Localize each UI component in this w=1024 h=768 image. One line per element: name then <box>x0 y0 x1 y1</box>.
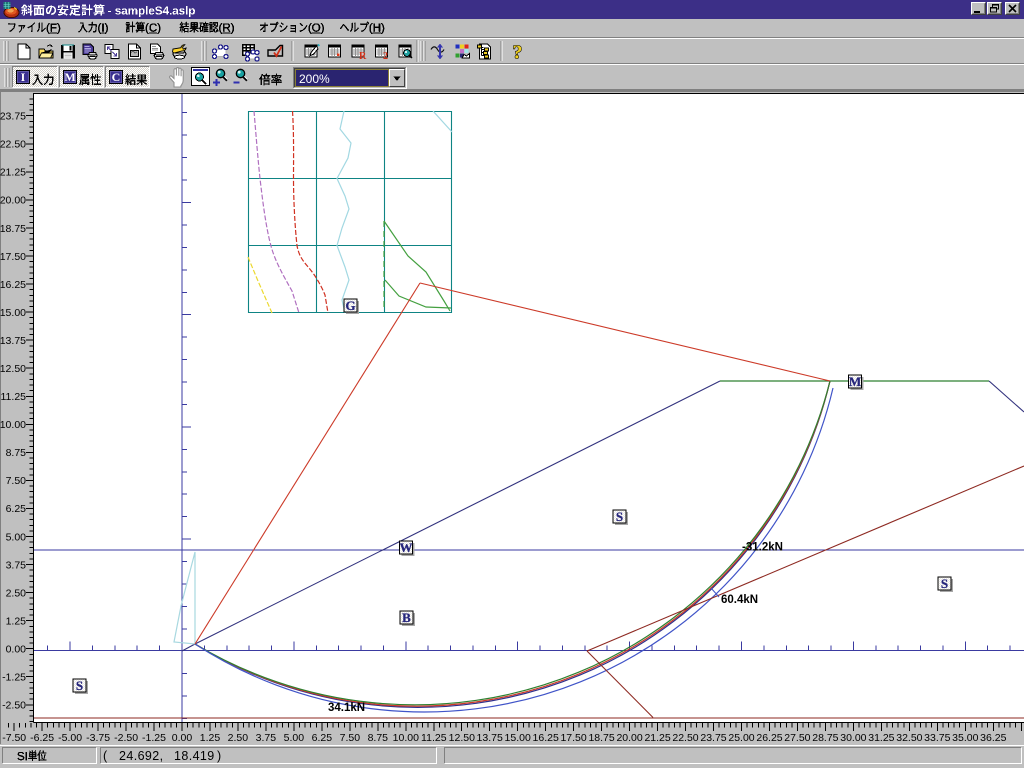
svg-text:34.1kN: 34.1kN <box>328 702 365 714</box>
svg-text:33.75: 33.75 <box>924 732 950 744</box>
svg-text:-7.50: -7.50 <box>2 732 26 744</box>
svg-text:11.25: 11.25 <box>421 732 447 744</box>
svg-text:B: B <box>402 610 411 625</box>
svg-text:11.25: 11.25 <box>1 391 27 403</box>
svg-text:2.50: 2.50 <box>228 732 249 744</box>
svg-text:1.25: 1.25 <box>200 732 221 744</box>
svg-text:28.75: 28.75 <box>812 732 838 744</box>
svg-text:S: S <box>941 576 948 591</box>
svg-text:0.00: 0.00 <box>6 644 27 656</box>
svg-text:10.00: 10.00 <box>0 419 26 431</box>
svg-text:17.50: 17.50 <box>0 251 26 263</box>
svg-text:23.75: 23.75 <box>0 111 26 123</box>
svg-text:-2.50: -2.50 <box>2 700 26 712</box>
svg-text:M: M <box>64 70 75 84</box>
svg-text:20.00: 20.00 <box>0 195 26 207</box>
svg-text:W: W <box>400 540 413 555</box>
svg-text:25.00: 25.00 <box>728 732 754 744</box>
svg-text:6.25: 6.25 <box>312 732 333 744</box>
svg-text:12.50: 12.50 <box>449 732 475 744</box>
svg-text:16.25: 16.25 <box>533 732 559 744</box>
svg-text:7.50: 7.50 <box>340 732 361 744</box>
svg-text:16.25: 16.25 <box>0 279 26 291</box>
svg-text:G: G <box>345 298 355 313</box>
svg-text:-2.50: -2.50 <box>114 732 138 744</box>
svg-text:-31.2kN: -31.2kN <box>742 542 783 554</box>
svg-text:1.25: 1.25 <box>6 616 27 628</box>
svg-text:13.75: 13.75 <box>0 335 26 347</box>
svg-text:15.00: 15.00 <box>505 732 531 744</box>
svg-text:60.4kN: 60.4kN <box>721 594 758 606</box>
svg-text:-1.25: -1.25 <box>2 672 26 684</box>
svg-text:21.25: 21.25 <box>644 732 670 744</box>
svg-text:12.50: 12.50 <box>0 363 26 375</box>
svg-text:?: ? <box>513 42 523 64</box>
svg-text:22.50: 22.50 <box>672 732 698 744</box>
svg-text:2.50: 2.50 <box>6 587 27 599</box>
svg-text:15.00: 15.00 <box>0 307 26 319</box>
svg-text:7.50: 7.50 <box>6 475 27 487</box>
svg-text:24.692,: 24.692, <box>119 749 164 763</box>
svg-text:-3.75: -3.75 <box>86 732 110 744</box>
svg-text:27.50: 27.50 <box>784 732 810 744</box>
svg-text:R: R <box>359 51 367 62</box>
svg-text:21.25: 21.25 <box>0 167 26 179</box>
svg-text:22.50: 22.50 <box>0 139 26 151</box>
svg-text:36.25: 36.25 <box>980 732 1006 744</box>
svg-text:23.75: 23.75 <box>700 732 726 744</box>
svg-text:3.75: 3.75 <box>6 559 27 571</box>
svg-text:20.00: 20.00 <box>616 732 642 744</box>
svg-text:2: 2 <box>383 51 388 62</box>
svg-text:): ) <box>217 749 221 763</box>
svg-text:S: S <box>76 678 83 693</box>
svg-text:35.00: 35.00 <box>952 732 978 744</box>
svg-text:18.75: 18.75 <box>588 732 614 744</box>
svg-text:-5.00: -5.00 <box>58 732 82 744</box>
svg-text:32.50: 32.50 <box>896 732 922 744</box>
svg-text:13.75: 13.75 <box>477 732 503 744</box>
svg-text:8.75: 8.75 <box>368 732 389 744</box>
svg-text:26.25: 26.25 <box>756 732 782 744</box>
svg-text:I: I <box>21 70 26 84</box>
svg-text:-1.25: -1.25 <box>142 732 166 744</box>
svg-text:8.75: 8.75 <box>6 447 27 459</box>
svg-text:M: M <box>849 374 861 389</box>
svg-text:-6.25: -6.25 <box>30 732 54 744</box>
svg-text:6.25: 6.25 <box>6 503 27 515</box>
svg-text:18.75: 18.75 <box>0 223 26 235</box>
svg-text:S: S <box>616 509 623 524</box>
svg-text:200%: 200% <box>299 72 330 86</box>
svg-text:5.00: 5.00 <box>284 732 305 744</box>
svg-text:17.50: 17.50 <box>560 732 586 744</box>
svg-text:5.00: 5.00 <box>6 531 27 543</box>
svg-text:31.25: 31.25 <box>868 732 894 744</box>
svg-text:10.00: 10.00 <box>393 732 419 744</box>
svg-text:3.75: 3.75 <box>256 732 277 744</box>
svg-text:C: C <box>112 70 121 84</box>
svg-text:18.419: 18.419 <box>174 749 215 763</box>
svg-text:0.00: 0.00 <box>172 732 193 744</box>
svg-text:30.00: 30.00 <box>840 732 866 744</box>
